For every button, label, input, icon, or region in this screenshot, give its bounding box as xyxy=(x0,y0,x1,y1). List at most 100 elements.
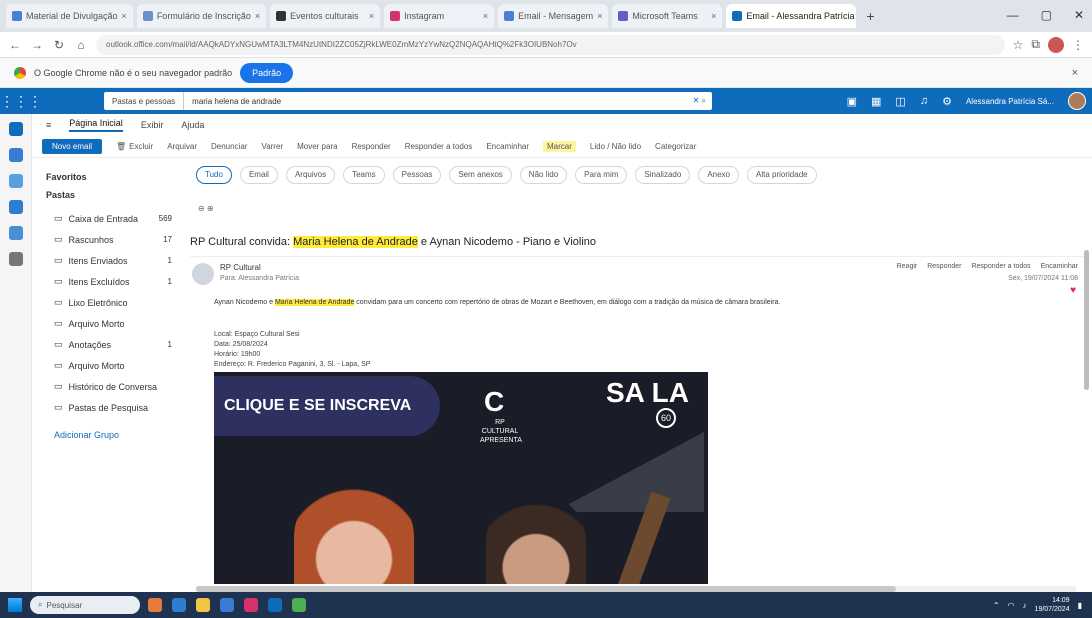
new-tab-button[interactable]: + xyxy=(860,8,880,24)
move-button[interactable]: Mover para xyxy=(297,142,337,151)
maximize-icon[interactable]: ▢ xyxy=(1041,8,1052,22)
forward-button[interactable]: Encaminhar xyxy=(486,142,529,151)
filter-chip[interactable]: Anexo xyxy=(698,166,739,184)
more-apps-icon[interactable] xyxy=(8,252,23,266)
archive-button[interactable]: Arquivar xyxy=(167,142,197,151)
zoom-controls[interactable]: ⊖ ⊕ xyxy=(198,204,214,213)
taskbar-app-icon[interactable] xyxy=(172,598,186,612)
avatar[interactable] xyxy=(1068,92,1086,110)
tab-close-icon[interactable]: × xyxy=(483,11,488,21)
tab-close-icon[interactable]: × xyxy=(597,11,602,21)
tab-help[interactable]: Ajuda xyxy=(181,120,204,130)
menu-icon[interactable]: ⋮ xyxy=(1072,38,1084,52)
filter-chip[interactable]: Sem anexos xyxy=(449,166,512,184)
teams-icon[interactable]: ▣ xyxy=(847,95,857,108)
folder-item[interactable]: ▭ Itens Excluídos 1 xyxy=(46,271,182,292)
hamburger-icon[interactable]: ≡ xyxy=(46,120,51,130)
filter-chip[interactable]: Email xyxy=(239,166,278,184)
vertical-scrollbar[interactable] xyxy=(1084,250,1089,390)
folder-item[interactable]: ▭ Caixa de Entrada 569 xyxy=(46,208,182,229)
browser-tab[interactable]: Email - Alessandra Patrícia× xyxy=(726,4,857,28)
reply-all-button[interactable]: Responder a todos xyxy=(405,142,473,151)
volume-icon[interactable]: ♪ xyxy=(1023,601,1027,610)
filter-chip[interactable]: Para mim xyxy=(575,166,628,184)
profile-avatar[interactable] xyxy=(1048,36,1064,53)
browser-tab[interactable]: Eventos culturais × xyxy=(270,4,381,28)
mail-icon[interactable] xyxy=(8,122,23,136)
wifi-icon[interactable]: ◠ xyxy=(1008,601,1015,610)
folder-item[interactable]: ▭ Rascunhos 17 xyxy=(46,229,182,250)
tab-home[interactable]: Página Inicial xyxy=(69,118,123,132)
start-icon[interactable] xyxy=(8,598,22,612)
sender-avatar[interactable] xyxy=(192,263,214,285)
folder-item[interactable]: ▭ Histórico de Conversa xyxy=(46,376,182,397)
notifications-icon[interactable]: ◫ xyxy=(895,95,905,108)
folders-header[interactable]: Pastas xyxy=(46,190,182,200)
app-launcher-icon[interactable]: ⋮⋮⋮ xyxy=(0,93,42,110)
browser-tab[interactable]: Microsoft Teams × xyxy=(612,4,723,28)
reply-msg-button[interactable]: Responder xyxy=(927,263,961,270)
settings-icon[interactable]: ⚙ xyxy=(942,95,952,108)
reply-all-msg-button[interactable]: Responder a todos xyxy=(971,263,1030,270)
forward-msg-button[interactable]: Encaminhar xyxy=(1041,263,1078,270)
tab-view[interactable]: Exibir xyxy=(141,120,164,130)
taskbar-app-icon[interactable] xyxy=(268,598,282,612)
taskbar-app-icon[interactable] xyxy=(244,598,258,612)
filter-chip[interactable]: Não lido xyxy=(519,166,568,184)
browser-tab[interactable]: Instagram × xyxy=(384,4,495,28)
forward-icon[interactable]: → xyxy=(30,38,44,52)
extensions-icon[interactable]: ⧉ xyxy=(1031,37,1040,52)
todo-icon[interactable] xyxy=(8,200,23,214)
people-icon[interactable] xyxy=(8,174,23,188)
close-window-icon[interactable]: ✕ xyxy=(1074,8,1084,22)
folder-item[interactable]: ▭ Itens Enviados 1 xyxy=(46,250,182,271)
banner-cta[interactable]: CLIQUE E SE INSCREVA xyxy=(214,376,440,436)
taskbar-app-icon[interactable] xyxy=(292,598,306,612)
tab-close-icon[interactable]: × xyxy=(369,11,374,21)
folder-item[interactable]: ▭ Anotações 1 xyxy=(46,334,182,355)
infobar-close-icon[interactable]: × xyxy=(1072,67,1078,79)
sweep-button[interactable]: Varrer xyxy=(261,142,283,151)
calendar-icon[interactable]: ▦ xyxy=(871,95,881,108)
minimize-icon[interactable]: — xyxy=(1007,8,1019,22)
heart-icon[interactable]: ♥ xyxy=(1070,285,1076,296)
filter-chip[interactable]: Tudo xyxy=(196,166,232,184)
url-field[interactable]: outlook.office.com/mail/id/AAQkADYxNGUwM… xyxy=(96,34,1005,55)
flag-button[interactable]: Marcar xyxy=(543,141,576,152)
browser-tab[interactable]: Material de Divulgação × xyxy=(6,4,133,28)
report-button[interactable]: Denunciar xyxy=(211,142,247,151)
search-input[interactable]: maria helena de andrade xyxy=(184,97,281,106)
folder-item[interactable]: ▭ Pastas de Pesquisa xyxy=(46,397,182,418)
delete-button[interactable]: 🗑 Excluir xyxy=(116,142,153,151)
calendar-app-icon[interactable] xyxy=(8,148,23,162)
bookmark-icon[interactable]: ☆ xyxy=(1013,38,1024,52)
bell-icon[interactable]: ♫ xyxy=(920,95,928,107)
filter-chip[interactable]: Alta prioridade xyxy=(747,166,817,184)
search-icon[interactable]: ✕ ⌕ xyxy=(693,96,712,106)
back-icon[interactable]: ← xyxy=(8,38,22,52)
react-button[interactable]: Reagir xyxy=(897,263,918,270)
taskbar-app-icon[interactable] xyxy=(220,598,234,612)
tab-close-icon[interactable]: × xyxy=(122,11,127,21)
new-mail-button[interactable]: Novo email xyxy=(42,139,103,154)
user-name[interactable]: Alessandra Patrícia Sá... xyxy=(966,97,1054,106)
sender-name[interactable]: RP Cultural xyxy=(220,263,261,272)
taskbar-app-icon[interactable] xyxy=(196,598,210,612)
categorize-button[interactable]: Categorizar xyxy=(655,142,696,151)
filter-chip[interactable]: Pessoas xyxy=(392,166,442,184)
chevron-up-icon[interactable]: ⌃ xyxy=(993,601,1000,610)
favorites-header[interactable]: Favoritos xyxy=(46,172,182,182)
home-icon[interactable]: ⌂ xyxy=(74,38,88,52)
browser-tab[interactable]: Formulário de Inscrição × xyxy=(136,4,267,28)
filter-chip[interactable]: Sinalizado xyxy=(635,166,691,184)
reply-button[interactable]: Responder xyxy=(352,142,391,151)
event-banner-image[interactable]: CLIQUE E SE INSCREVA C RP CULTURAL APRES… xyxy=(214,372,708,584)
folder-item[interactable]: ▭ Arquivo Morto xyxy=(46,313,182,334)
folder-item[interactable]: ▭ Arquivo Morto xyxy=(46,355,182,376)
search-box[interactable]: Pastas e pessoas maria helena de andrade… xyxy=(104,92,712,110)
read-unread-button[interactable]: Lido / Não lido xyxy=(590,142,641,151)
filter-chip[interactable]: Teams xyxy=(343,166,385,184)
onedrive-icon[interactable] xyxy=(8,226,23,240)
notification-icon[interactable]: ▮ xyxy=(1078,601,1082,610)
tab-close-icon[interactable]: × xyxy=(255,11,260,21)
